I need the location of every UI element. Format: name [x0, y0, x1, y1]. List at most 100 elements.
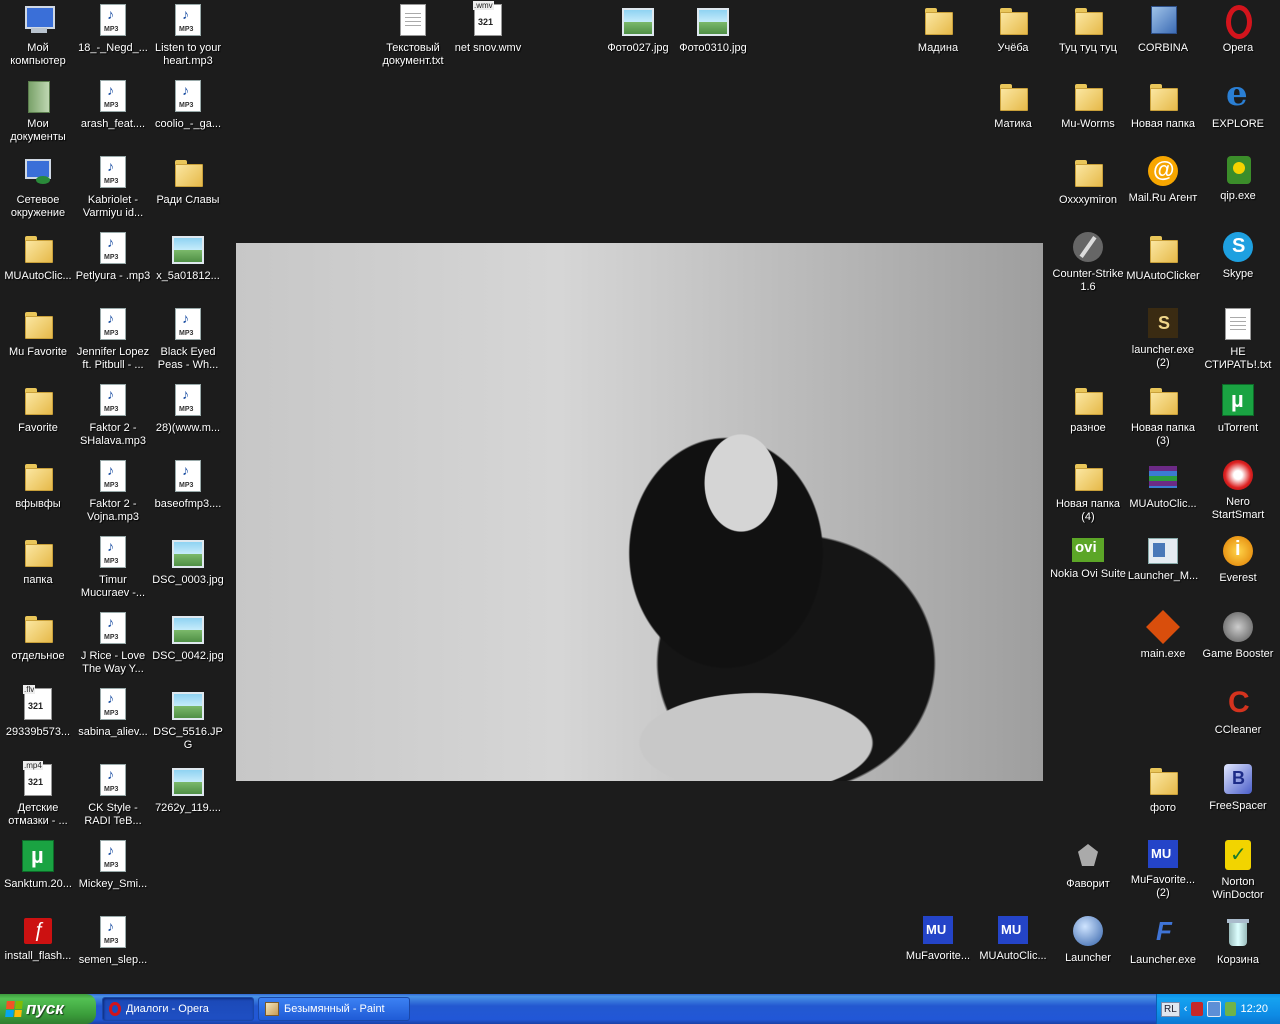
desktop-icon[interactable]: qip.exe: [1200, 154, 1276, 224]
desktop-icon[interactable]: ♪ MP3 28)(www.m...: [150, 382, 226, 452]
video-file-icon: .wmv 321: [473, 1, 502, 36]
desktop-icon[interactable]: Norton WinDoctor: [1200, 838, 1276, 908]
start-button[interactable]: пуск: [0, 994, 96, 1024]
desktop-icon[interactable]: НЕ СТИРАТЬ!.txt: [1200, 306, 1276, 376]
network-tray-icon[interactable]: [1207, 1001, 1221, 1017]
desktop-icon[interactable]: ♪ MP3 semen_slep...: [75, 914, 151, 984]
taskbar-button-opera[interactable]: Диалоги - Opera: [102, 997, 254, 1021]
desktop-icon[interactable]: .wmv 321 net snov.wmv: [450, 1, 526, 72]
desktop-icon[interactable]: EXPLORE: [1200, 74, 1276, 148]
desktop-icon[interactable]: Мой компьютер: [0, 2, 76, 72]
desktop-icon[interactable]: фото: [1125, 762, 1201, 832]
desktop-icon[interactable]: Текстовый документ.txt: [375, 2, 451, 72]
everest-icon: [1223, 536, 1253, 566]
desktop-icon[interactable]: x_5a01812...: [150, 230, 226, 300]
desktop-icon[interactable]: ♪ MP3 Kabriolet - Varmiyu id...: [75, 154, 151, 224]
desktop-icon-label: CCleaner: [1214, 724, 1262, 736]
desktop-icon[interactable]: Матика: [975, 78, 1051, 148]
desktop-icon[interactable]: ♪ MP3 CK Style - RADI TeB...: [75, 762, 151, 832]
desktop-icon[interactable]: ♪ MP3 arash_feat....: [75, 78, 151, 148]
desktop-icon[interactable]: install_flash...: [0, 914, 76, 984]
language-indicator[interactable]: RL: [1161, 1001, 1180, 1017]
desktop-icon[interactable]: ♪ MP3 J Rice - Love The Way Y...: [75, 610, 151, 680]
desktop-icon[interactable]: DSC_0042.jpg: [150, 610, 226, 680]
desktop-icon[interactable]: MUAutoClic...: [1125, 458, 1201, 528]
desktop-icon[interactable]: .mp4 321 Детские отмазки - ...: [0, 761, 76, 832]
desktop-icon[interactable]: ♪ MP3 Timur Mucuraev -...: [75, 534, 151, 604]
desktop-icon[interactable]: Сетевое окружение: [0, 154, 76, 224]
desktop-icon[interactable]: DSC_0003.jpg: [150, 534, 226, 604]
tray-expand-icon[interactable]: ‹: [1184, 1003, 1188, 1015]
main-exe-icon: [1146, 610, 1180, 644]
desktop-icon[interactable]: MuFavorite... (2): [1125, 838, 1201, 908]
desktop-icon[interactable]: main.exe: [1125, 610, 1201, 680]
desktop-icon[interactable]: Корзина: [1200, 914, 1276, 984]
desktop-icon[interactable]: ♪ MP3 coolio_-_ga...: [150, 78, 226, 148]
desktop-icon[interactable]: Nokia Ovi Suite: [1050, 534, 1126, 604]
desktop-icon[interactable]: Oxxxymiron: [1050, 154, 1126, 224]
desktop-icon[interactable]: Новая папка (3): [1125, 382, 1201, 452]
nero-tray-icon[interactable]: [1191, 1002, 1204, 1016]
desktop-icon[interactable]: uTorrent: [1200, 382, 1276, 452]
desktop-icon-label: MUAutoClic...: [979, 950, 1047, 962]
desktop-icon[interactable]: MUAutoClic...: [0, 230, 76, 300]
desktop-icon[interactable]: Sanktum.20...: [0, 838, 76, 908]
desktop-icon[interactable]: CCleaner: [1200, 686, 1276, 756]
desktop-icon[interactable]: Nero StartSmart: [1200, 458, 1276, 528]
desktop-icon[interactable]: отдельное: [0, 610, 76, 680]
desktop-icon[interactable]: Opera: [1200, 2, 1276, 72]
desktop-icon[interactable]: ♪ MP3 Black Eyed Peas - Wh...: [150, 306, 226, 376]
desktop-icon[interactable]: .flv 321 29339b573...: [0, 685, 76, 756]
desktop-icon[interactable]: Мои документы: [0, 78, 76, 148]
desktop-icon[interactable]: Фаворит: [1050, 838, 1126, 908]
desktop-icon[interactable]: Mu Favorite: [0, 306, 76, 376]
desktop-icon[interactable]: Counter-Strike 1.6: [1050, 230, 1126, 300]
safely-remove-tray-icon[interactable]: [1224, 1002, 1237, 1016]
folder-icon: [22, 384, 54, 416]
desktop-icon[interactable]: Мадина: [900, 2, 976, 72]
desktop-icon[interactable]: DSC_5516.JPG: [150, 686, 226, 756]
desktop-icon[interactable]: Game Booster: [1200, 610, 1276, 680]
desktop-icon[interactable]: Новая папка (4): [1050, 458, 1126, 528]
desktop-icon[interactable]: ♪ MP3 Faktor 2 - SHalava.mp3: [75, 382, 151, 452]
desktop-icon[interactable]: ♪ MP3 Petlyura - .mp3: [75, 230, 151, 300]
desktop-icon[interactable]: Туц туц туц: [1050, 2, 1126, 72]
desktop-icon[interactable]: ♪ MP3 baseofmp3....: [150, 458, 226, 528]
desktop-icon[interactable]: Launcher: [1050, 914, 1126, 984]
desktop-icon[interactable]: папка: [0, 534, 76, 604]
desktop-icon[interactable]: Ради Славы: [150, 154, 226, 224]
desktop-icon[interactable]: вфывфы: [0, 458, 76, 528]
desktop-icon[interactable]: launcher.exe (2): [1125, 306, 1201, 376]
desktop-icon-label: Black Eyed Peas - Wh...: [157, 346, 219, 371]
desktop-icon[interactable]: ♪ MP3 Jennifer Lopez ft. Pitbull - ...: [75, 306, 151, 376]
desktop-icon[interactable]: ♪ MP3 18_-_Negd_...: [75, 2, 151, 72]
desktop-icon[interactable]: ♪ MP3 Faktor 2 - Vojna.mp3: [75, 458, 151, 528]
desktop-icon[interactable]: CORBINA: [1125, 2, 1201, 72]
desktop-icon[interactable]: Mu-Worms: [1050, 78, 1126, 148]
desktop-icon[interactable]: ♪ MP3 Mickey_Smi...: [75, 838, 151, 908]
desktop-icon[interactable]: Mail.Ru Агент: [1125, 154, 1201, 224]
desktop-icon[interactable]: Фото0310.jpg: [675, 2, 751, 72]
desktop-icon-label: Mu-Worms: [1061, 118, 1115, 130]
desktop-icon[interactable]: Favorite: [0, 382, 76, 452]
desktop-icon[interactable]: 7262y_119....: [150, 762, 226, 832]
desktop-icon[interactable]: Launcher_M...: [1125, 534, 1201, 604]
desktop-icon[interactable]: MuFavorite...: [900, 914, 976, 984]
taskbar-button-paint[interactable]: Безымянный - Paint: [258, 997, 410, 1021]
desktop-icon[interactable]: Новая папка: [1125, 78, 1201, 148]
desktop[interactable]: Мой компьютер ♪ MP3 18_-_Negd_... ♪ MP3 Listen…: [0, 0, 1280, 994]
desktop-icon[interactable]: Учёба: [975, 2, 1051, 72]
desktop-icon[interactable]: FreeSpacer: [1200, 762, 1276, 832]
desktop-icon[interactable]: ♪ MP3 sabina_aliev...: [75, 686, 151, 756]
desktop-icon[interactable]: разное: [1050, 382, 1126, 452]
clock[interactable]: 12:20: [1240, 1003, 1268, 1015]
desktop-icon[interactable]: Skype: [1200, 230, 1276, 300]
desktop-icon[interactable]: Фото027.jpg: [600, 2, 676, 72]
desktop-icon-label: Launcher: [1065, 952, 1111, 964]
desktop-icon[interactable]: MUAutoClic...: [975, 914, 1051, 984]
desktop-icon-label: вфывфы: [15, 498, 61, 510]
desktop-icon[interactable]: MUAutoClicker: [1125, 230, 1201, 300]
desktop-icon[interactable]: Everest: [1200, 534, 1276, 604]
desktop-icon[interactable]: Launcher.exe: [1125, 914, 1201, 984]
desktop-icon[interactable]: ♪ MP3 Listen to your heart.mp3: [150, 2, 226, 72]
